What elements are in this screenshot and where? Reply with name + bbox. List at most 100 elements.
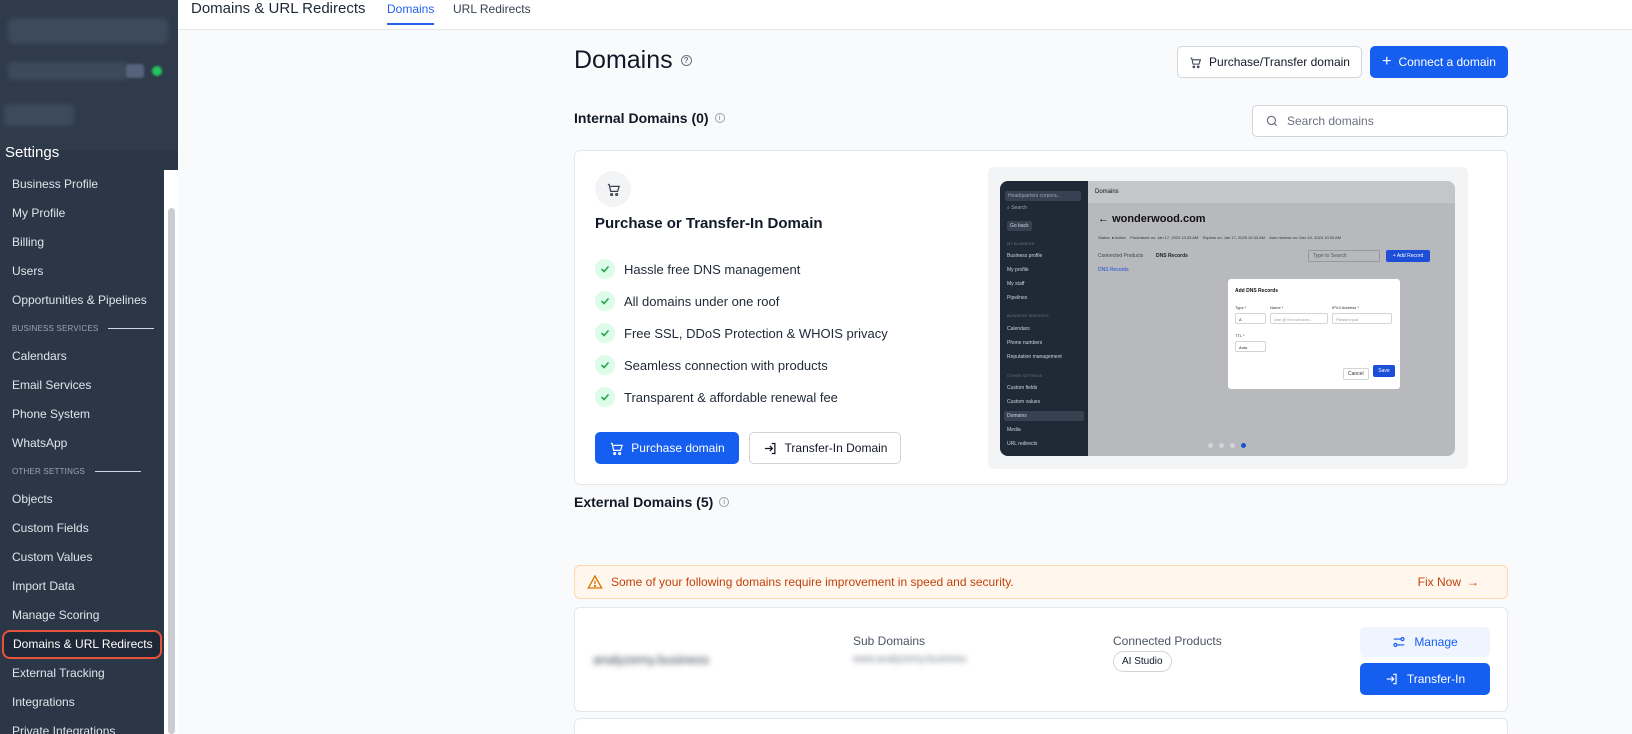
go-back-button[interactable]	[4, 104, 74, 126]
sidebar-item-my-profile[interactable]: My Profile	[0, 199, 164, 228]
check-icon	[595, 323, 615, 343]
preview-sidebar: Headquarters corpora... ⌕ Search Go back…	[1000, 181, 1088, 456]
check-icon	[595, 387, 615, 407]
sidebar-item-integrations[interactable]: Integrations	[0, 688, 164, 717]
transfer-in-button[interactable]: Transfer-In	[1360, 663, 1490, 695]
preview-side-item: My staff	[1007, 281, 1025, 287]
preview-header: Domains	[1088, 181, 1455, 203]
sidebar-item-domains-url-redirects[interactable]: Domains & URL Redirects	[2, 630, 162, 659]
arrow-right-icon: →	[1467, 575, 1479, 589]
sub-domains-value: www.analyzemy.business	[853, 654, 967, 665]
preview-section: OTHER SETTINGS	[1007, 373, 1043, 378]
purchase-domain-button[interactable]: Purchase domain	[595, 432, 739, 464]
preview-side-item: Custom fields	[1007, 385, 1038, 391]
fix-now-label: Fix Now	[1417, 575, 1461, 589]
preview-screenshot: Headquarters corpora... ⌕ Search Go back…	[1000, 181, 1455, 456]
feature-preview-carousel: Headquarters corpora... ⌕ Search Go back…	[988, 167, 1468, 469]
sliders-icon	[1393, 637, 1405, 647]
page-title-text: Domains	[574, 46, 673, 74]
sidebar-item-import-data[interactable]: Import Data	[0, 572, 164, 601]
sidebar-item-business-profile[interactable]: Business Profile	[0, 170, 164, 199]
cart-icon	[611, 442, 624, 455]
connected-product-chip: AI Studio	[1113, 651, 1172, 672]
preview-section: BUSINESS SERVICES	[1007, 313, 1049, 318]
preview-tab: Connected Products	[1098, 253, 1144, 259]
sidebar-scrollbar-thumb[interactable]	[168, 208, 175, 734]
sidebar-item-phone-system[interactable]: Phone System	[0, 400, 164, 429]
feature-text: Seamless connection with products	[624, 357, 828, 373]
sidebar-item-email-services[interactable]: Email Services	[0, 371, 164, 400]
preview-name-field: Use @ for root dom...	[1270, 313, 1328, 324]
preview-side-item: Pipelines	[1007, 295, 1028, 301]
tab-url-redirects[interactable]: URL Redirects	[453, 2, 531, 23]
sidebar: Settings Business Profile My Profile Bil…	[0, 0, 178, 734]
search-domains[interactable]	[1252, 105, 1508, 137]
purchase-transfer-button[interactable]: Purchase/Transfer domain	[1177, 46, 1362, 78]
help-icon[interactable]: ?	[680, 55, 692, 66]
section-divider	[108, 328, 155, 329]
plus-icon: +	[1382, 53, 1392, 70]
purchase-transfer-card: Purchase or Transfer-In Domain Hassle fr…	[574, 150, 1508, 485]
carousel-dot-active[interactable]	[1241, 443, 1246, 448]
domain-name: analyzemy.business	[593, 652, 710, 667]
sidebar-item-objects[interactable]: Objects	[0, 485, 164, 514]
settings-title: Settings	[5, 144, 60, 161]
manage-label: Manage	[1414, 635, 1458, 649]
preview-type-label: Type *	[1235, 305, 1247, 310]
tab-domains[interactable]: Domains	[387, 2, 435, 25]
internal-domains-heading: Internal Domains (0) i	[574, 110, 725, 126]
alert-message: Some of your following domains require i…	[611, 575, 1014, 589]
check-icon	[595, 259, 615, 279]
carousel-dots	[1208, 443, 1246, 448]
connect-domain-label: Connect a domain	[1398, 55, 1496, 69]
preview-domain-name: wonderwood.com	[1112, 213, 1206, 225]
page-header-title: Domains & URL Redirects	[191, 0, 366, 17]
sidebar-item-custom-fields[interactable]: Custom Fields	[0, 514, 164, 543]
preview-go-back: Go back	[1007, 221, 1032, 231]
sidebar-item-billing[interactable]: Billing	[0, 228, 164, 257]
preview-search: Type to Search	[1308, 250, 1380, 262]
preview-add-record: + Add Record	[1386, 250, 1430, 262]
sidebar-item-calendars[interactable]: Calendars	[0, 342, 164, 371]
quick-action-icon[interactable]	[152, 66, 162, 76]
sidebar-item-whatsapp[interactable]: WhatsApp	[0, 429, 164, 458]
carousel-dot[interactable]	[1208, 443, 1213, 448]
sidebar-item-manage-scoring[interactable]: Manage Scoring	[0, 601, 164, 630]
sign-in-icon	[764, 442, 776, 454]
feature-item: All domains under one roof	[595, 285, 888, 317]
preview-dns-title: DNS Records	[1156, 253, 1188, 259]
info-icon[interactable]: i	[719, 497, 730, 507]
top-bar: Domains & URL Redirects Domains URL Redi…	[178, 0, 1632, 30]
preview-ttl-field: Auto	[1235, 341, 1266, 352]
sidebar-item-external-tracking[interactable]: External Tracking	[0, 659, 164, 688]
search-input[interactable]	[1287, 114, 1487, 128]
sidebar-item-opportunities-pipelines[interactable]: Opportunities & Pipelines	[0, 286, 164, 315]
feature-item: Free SSL, DDoS Protection & WHOIS privac…	[595, 317, 888, 349]
feature-item: Hassle free DNS management	[595, 253, 888, 285]
connect-domain-button[interactable]: + Connect a domain	[1370, 46, 1508, 78]
preview-side-item: Media	[1007, 427, 1021, 433]
sidebar-item-private-integrations[interactable]: Private Integrations	[0, 717, 164, 734]
carousel-dot[interactable]	[1230, 443, 1235, 448]
sub-domains-label: Sub Domains	[853, 634, 926, 648]
cart-badge	[595, 171, 631, 207]
sidebar-search[interactable]	[8, 62, 128, 80]
preview-side-item: My profile	[1007, 267, 1029, 273]
cart-icon	[607, 183, 620, 196]
sidebar-item-custom-values[interactable]: Custom Values	[0, 543, 164, 572]
info-icon[interactable]: i	[714, 113, 725, 123]
carousel-dot[interactable]	[1219, 443, 1224, 448]
location-switcher[interactable]	[8, 18, 168, 44]
external-domains-title: External Domains (5)	[574, 494, 714, 510]
preview-ip-field: Please input	[1332, 313, 1392, 324]
fix-now-link[interactable]: Fix Now →	[1418, 575, 1479, 589]
page-title: Domains ?	[574, 46, 692, 75]
sidebar-section-other-settings: OTHER SETTINGS	[0, 458, 164, 485]
manage-button[interactable]: Manage	[1360, 627, 1490, 657]
transfer-in-domain-button[interactable]: Transfer-In Domain	[749, 432, 901, 464]
purchase-transfer-label: Purchase/Transfer domain	[1209, 55, 1350, 69]
sidebar-account-header	[0, 0, 178, 150]
preview-dns-tab: DNS Records	[1098, 267, 1129, 273]
preview-save: Save	[1373, 365, 1395, 377]
sidebar-item-users[interactable]: Users	[0, 257, 164, 286]
